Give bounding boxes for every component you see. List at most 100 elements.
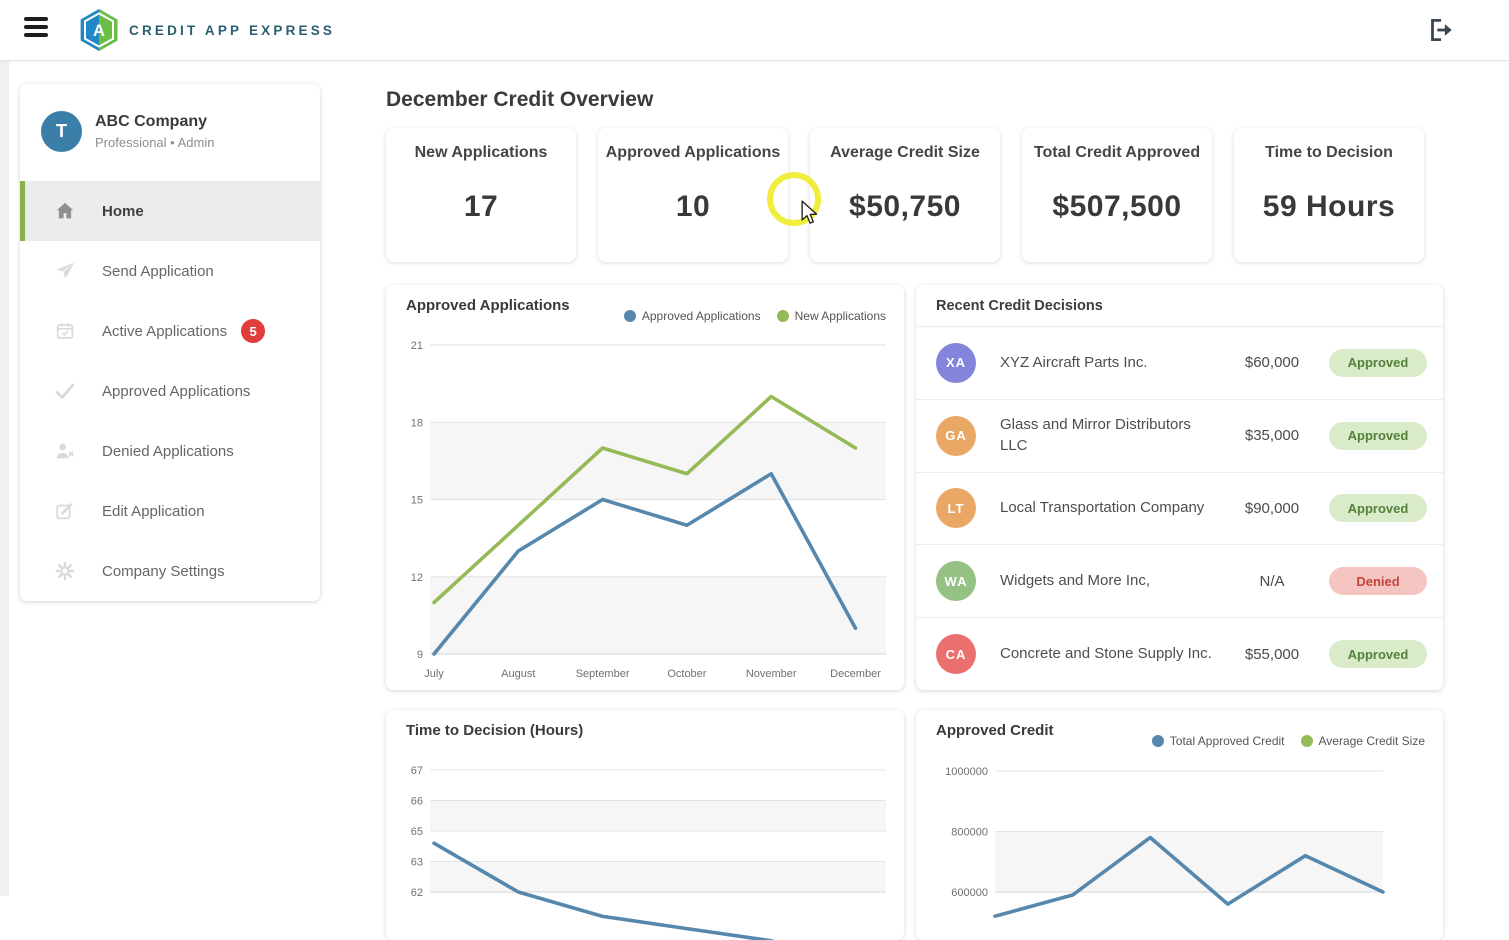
- svg-text:December: December: [830, 668, 881, 680]
- chart-legend: Approved Applications New Applications: [624, 309, 886, 323]
- recent-credit-decisions-card: Recent Credit Decisions XA XYZ Aircraft …: [916, 285, 1443, 690]
- svg-text:15: 15: [411, 495, 423, 507]
- home-icon: [54, 200, 76, 222]
- check-icon: [54, 380, 76, 402]
- stat-label: Total Credit Approved: [1022, 144, 1212, 162]
- user-x-icon: [54, 440, 76, 462]
- stat-card-time-to-decision: Time to Decision 59 Hours: [1234, 128, 1424, 262]
- stat-card-total-credit-approved: Total Credit Approved $507,500: [1022, 128, 1212, 262]
- svg-text:October: October: [667, 668, 706, 680]
- approved-credit-chart-card: Approved Credit Total Approved CreditAve…: [916, 710, 1443, 940]
- svg-text:65: 65: [411, 826, 423, 838]
- decision-status-badge: Approved: [1329, 494, 1427, 522]
- sidebar-item-send-application[interactable]: Send Application: [20, 241, 320, 301]
- decisions-header: Recent Credit Decisions: [916, 285, 1443, 327]
- svg-text:21: 21: [411, 340, 423, 352]
- gear-icon: [54, 560, 76, 582]
- svg-text:18: 18: [411, 417, 423, 429]
- svg-text:9: 9: [417, 649, 423, 661]
- svg-text:September: September: [576, 668, 630, 680]
- stat-label: New Applications: [386, 144, 576, 162]
- decision-row[interactable]: WA Widgets and More Inc, N/A Denied: [916, 545, 1443, 618]
- stat-value: 17: [386, 190, 576, 224]
- company-profile: T ABC Company Professional • Admin: [41, 111, 214, 152]
- company-initials-avatar: XA: [936, 343, 976, 383]
- stat-value: 59 Hours: [1234, 190, 1424, 224]
- decision-row[interactable]: XA XYZ Aircraft Parts Inc. $60,000 Appro…: [916, 327, 1443, 400]
- sidebar-nav: Home Send Application Active Application…: [20, 181, 320, 601]
- decision-amount: $35,000: [1218, 427, 1326, 444]
- legend-item-approved-applications[interactable]: Approved Applications: [624, 309, 761, 323]
- company-avatar: T: [41, 111, 82, 152]
- sidebar: T ABC Company Professional • Admin Home …: [20, 84, 320, 601]
- svg-text:August: August: [501, 668, 535, 680]
- chart-title: Approved Applications: [406, 297, 570, 314]
- svg-text:800000: 800000: [951, 827, 988, 839]
- decision-status-badge: Approved: [1329, 422, 1427, 450]
- stat-label: Time to Decision: [1234, 144, 1424, 162]
- decision-row[interactable]: CA Concrete and Stone Supply Inc. $55,00…: [916, 618, 1443, 690]
- hamburger-menu-icon[interactable]: [24, 17, 50, 41]
- chart-legend: Total Approved Credit Average Credit Size: [1152, 734, 1425, 748]
- svg-text:63: 63: [411, 857, 423, 869]
- decision-company-name: Concrete and Stone Supply Inc.: [1000, 644, 1218, 664]
- decision-company-name: Glass and Mirror Distributors LLC: [1000, 415, 1218, 456]
- logo-hexagon-icon: A: [78, 6, 120, 54]
- time-to-decision-chart-card: Time to Decision (Hours) 6766656362: [386, 710, 904, 940]
- logout-icon[interactable]: [1425, 15, 1455, 45]
- decision-status-badge: Approved: [1329, 640, 1427, 668]
- decision-status-badge: Denied: [1329, 567, 1427, 595]
- company-name: ABC Company: [95, 113, 214, 131]
- app-logo: A CREDIT APP EXPRESS: [78, 4, 335, 56]
- legend-dot: [1152, 735, 1164, 747]
- company-initials-avatar: GA: [936, 416, 976, 456]
- stat-label: Average Credit Size: [810, 144, 1000, 162]
- sidebar-item-edit-application[interactable]: Edit Application: [20, 481, 320, 541]
- plan-label: Professional • Admin: [95, 135, 214, 150]
- svg-text:12: 12: [411, 572, 423, 584]
- line-chart: 21 18 15 12 9July August September October Novem…: [386, 285, 904, 690]
- approved-applications-chart-card: Approved Applications Approved Applicati…: [386, 285, 904, 690]
- legend-item-average-credit-size[interactable]: Average Credit Size: [1301, 734, 1426, 748]
- stats-row: New Applications 17 Approved Application…: [386, 128, 1424, 262]
- decision-amount: $90,000: [1218, 500, 1326, 517]
- sidebar-item-company-settings[interactable]: Company Settings: [20, 541, 320, 601]
- legend-item-total-approved-credit[interactable]: Total Approved Credit: [1152, 734, 1285, 748]
- company-initials-avatar: WA: [936, 561, 976, 601]
- sidebar-item-active-applications[interactable]: Active Applications 5: [20, 301, 320, 361]
- decision-status-badge: Approved: [1329, 349, 1427, 377]
- page-title: December Credit Overview: [386, 88, 653, 112]
- svg-text:July: July: [424, 668, 444, 680]
- legend-dot: [1301, 735, 1313, 747]
- line-chart: 6766656362: [386, 710, 904, 940]
- decisions-list: XA XYZ Aircraft Parts Inc. $60,000 Appro…: [916, 327, 1443, 690]
- app-window: A CREDIT APP EXPRESS T ABC Company Profe…: [0, 0, 1509, 896]
- decision-company-name: Widgets and More Inc,: [1000, 571, 1218, 591]
- stat-card-new-applications: New Applications 17: [386, 128, 576, 262]
- left-gutter: [0, 61, 9, 896]
- active-applications-count-badge: 5: [241, 319, 265, 343]
- decision-row[interactable]: LT Local Transportation Company $90,000 …: [916, 473, 1443, 546]
- sidebar-item-approved-applications[interactable]: Approved Applications: [20, 361, 320, 421]
- sidebar-item-home[interactable]: Home: [20, 181, 320, 241]
- stat-card-average-credit-size: Average Credit Size $50,750: [810, 128, 1000, 262]
- stat-card-approved-applications: Approved Applications 10: [598, 128, 788, 262]
- decisions-title: Recent Credit Decisions: [936, 298, 1103, 314]
- stat-value: $50,750: [810, 190, 1000, 224]
- send-icon: [54, 260, 76, 282]
- decision-amount: N/A: [1218, 573, 1326, 590]
- edit-icon: [54, 500, 76, 522]
- legend-dot: [624, 310, 636, 322]
- svg-text:1000000: 1000000: [945, 766, 988, 778]
- legend-dot: [777, 310, 789, 322]
- top-header: A CREDIT APP EXPRESS: [0, 0, 1509, 61]
- decision-company-name: Local Transportation Company: [1000, 498, 1218, 518]
- decision-row[interactable]: GA Glass and Mirror Distributors LLC $35…: [916, 400, 1443, 473]
- mouse-cursor: [798, 200, 820, 224]
- sidebar-item-denied-applications[interactable]: Denied Applications: [20, 421, 320, 481]
- decision-company-name: XYZ Aircraft Parts Inc.: [1000, 353, 1218, 373]
- calendar-icon: [54, 320, 76, 342]
- stat-value: 10: [598, 190, 788, 224]
- svg-text:November: November: [746, 668, 797, 680]
- legend-item-new-applications[interactable]: New Applications: [777, 309, 886, 323]
